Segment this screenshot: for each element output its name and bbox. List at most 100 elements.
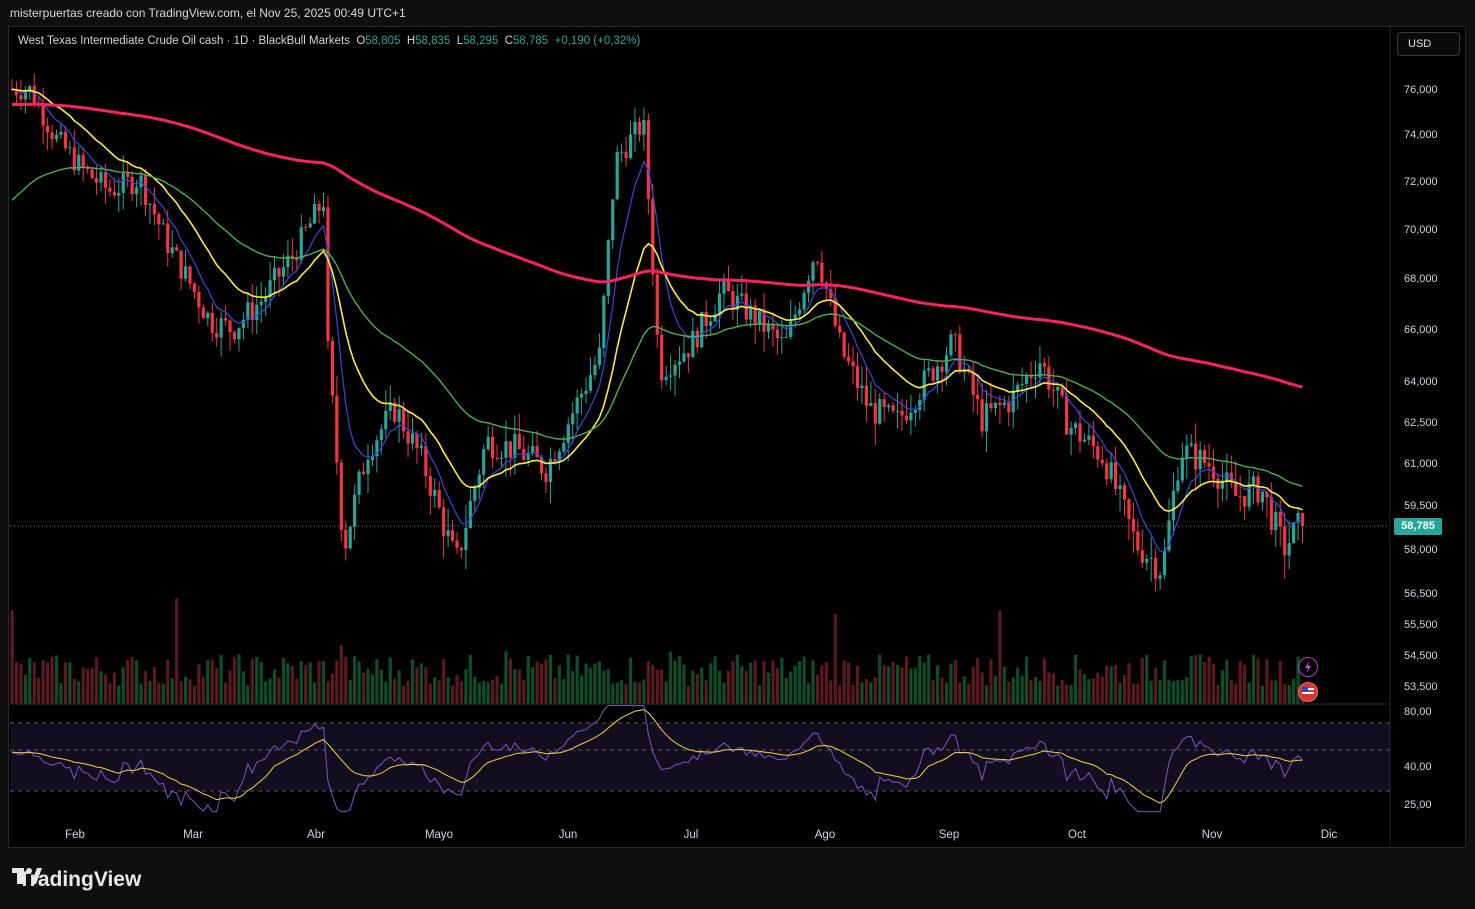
volume-bar: [962, 676, 966, 704]
volume-bar: [313, 682, 317, 704]
volume-bar: [624, 684, 628, 704]
candle-body: [660, 334, 664, 381]
volume-bar: [361, 673, 366, 704]
volume-bar: [246, 685, 250, 704]
candle-body: [330, 340, 334, 396]
candle-body: [152, 204, 156, 215]
candle-body: [704, 311, 708, 326]
candle-body: [1145, 558, 1149, 563]
volume-bar: [139, 683, 143, 704]
candle-body: [157, 214, 161, 225]
candle-body: [1203, 449, 1207, 464]
candle-body: [878, 399, 882, 424]
candle-body: [1118, 485, 1122, 490]
candle-body: [219, 318, 223, 338]
candle-body: [944, 355, 949, 372]
candle-body: [1114, 462, 1118, 490]
volume-bar: [175, 598, 179, 704]
volume-bar: [1029, 679, 1033, 704]
candle-body: [664, 376, 668, 381]
us-flag-icon[interactable]: [1298, 682, 1318, 702]
volume-bar: [1247, 682, 1251, 704]
volume-bar: [206, 660, 210, 704]
volume-bar: [406, 680, 410, 704]
candle-body: [989, 403, 993, 409]
candle-body: [842, 332, 846, 357]
volume-bar: [717, 670, 722, 704]
volume-bar: [499, 684, 504, 704]
volume-bar: [967, 683, 971, 704]
volume-bar: [1265, 659, 1269, 704]
candle-body: [566, 424, 570, 443]
candle-body: [717, 293, 722, 315]
volume-bar: [1136, 684, 1140, 704]
candle-body: [722, 279, 726, 294]
candle-body: [81, 154, 85, 168]
candle-body: [1020, 384, 1024, 386]
volume-bar: [806, 683, 811, 704]
volume-bar: [366, 668, 370, 704]
candle-body: [188, 266, 192, 284]
volume-bar: [735, 655, 739, 704]
candle-body: [1025, 376, 1029, 385]
candle-body: [468, 500, 472, 528]
candle-body: [482, 449, 486, 475]
candle-body: [437, 489, 441, 508]
candle-body: [606, 240, 610, 296]
candle-body: [308, 223, 312, 228]
candle-body: [433, 489, 437, 496]
candle-body: [277, 268, 281, 277]
candle-body: [272, 268, 277, 281]
lightning-icon[interactable]: [1298, 657, 1318, 677]
candle-body: [517, 434, 521, 450]
candle-body: [873, 403, 877, 424]
volume-bar: [379, 669, 383, 704]
volume-bar: [1189, 656, 1193, 704]
volume-bar: [192, 685, 197, 704]
candle-body: [464, 527, 468, 550]
candle-body: [50, 132, 54, 140]
volume-bar: [1194, 655, 1198, 704]
candle-body: [228, 320, 232, 333]
volume-bar: [1051, 673, 1055, 704]
volume-bar: [980, 672, 984, 704]
candle-body: [1287, 543, 1291, 556]
volume-bar: [130, 656, 134, 704]
price-chart[interactable]: 76,000 74,000 72,000 70,000 68,000 66,000 64,0…: [0, 0, 1475, 909]
volume-bar: [28, 657, 32, 704]
volume-bar: [1198, 654, 1202, 704]
volume-bar: [731, 661, 735, 704]
candle-body: [1171, 491, 1176, 521]
volume-bar: [317, 661, 321, 704]
volume-bar: [197, 664, 201, 704]
last-price-tag: 58,785: [1394, 518, 1442, 535]
candle-body: [620, 151, 624, 153]
volume-bar: [815, 674, 820, 704]
volume-bar: [384, 681, 388, 704]
volume-bar: [237, 654, 241, 704]
candle-body: [1238, 495, 1242, 497]
currency-button[interactable]: USD: [1397, 32, 1460, 56]
volume-bar: [1225, 659, 1229, 704]
volume-bar: [833, 614, 837, 704]
candle-body: [1096, 446, 1100, 460]
candle-body: [1016, 384, 1020, 391]
volume-bar: [927, 654, 931, 704]
candle-body: [1234, 482, 1238, 496]
volume-bar: [1292, 678, 1296, 704]
candle-body: [419, 445, 423, 449]
candle-body: [646, 120, 650, 200]
volume-bar: [758, 685, 762, 704]
volume-bar: [1243, 664, 1247, 704]
volume-bar: [183, 676, 188, 704]
volume-bar: [23, 674, 27, 704]
volume-bar: [77, 681, 81, 704]
volume-bar: [615, 682, 619, 704]
volume-bar: [353, 656, 357, 704]
volume-bar: [904, 656, 909, 704]
volume-bar: [793, 665, 797, 704]
volume-bar: [713, 656, 717, 704]
volume-bar: [330, 673, 334, 704]
close-label: C: [504, 35, 514, 47]
volume-bar: [1060, 679, 1064, 704]
